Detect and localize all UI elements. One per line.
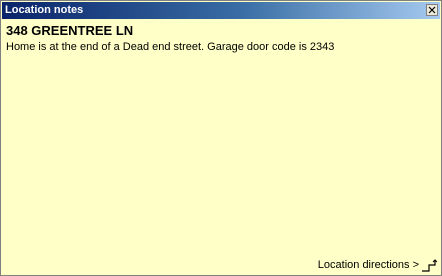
close-button[interactable]	[426, 4, 438, 16]
location-notes-window: Location notes 348 GREENTREE LN Home is …	[0, 0, 442, 276]
route-icon	[422, 259, 437, 272]
location-directions-link[interactable]: Location directions >	[318, 259, 437, 272]
location-address: 348 GREENTREE LN	[6, 23, 134, 38]
location-note-text: Home is at the end of a Dead end street.…	[6, 41, 335, 53]
close-icon	[428, 6, 436, 14]
location-directions-label: Location directions >	[317, 259, 419, 271]
title-bar[interactable]: Location notes	[2, 2, 440, 19]
window-title: Location notes	[5, 4, 84, 16]
